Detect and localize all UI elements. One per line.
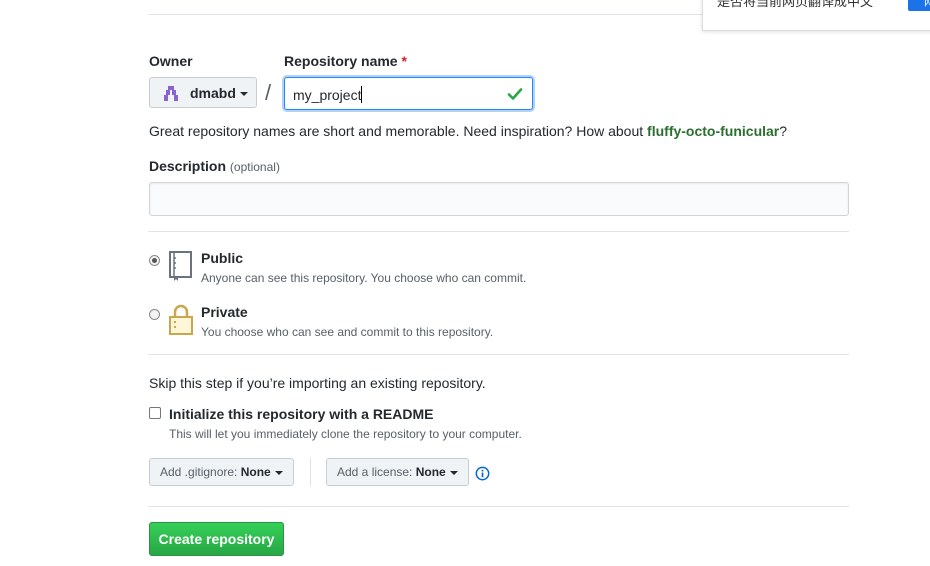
readme-checkbox[interactable]	[149, 407, 161, 419]
text-cursor	[361, 86, 363, 103]
public-radio[interactable]	[149, 255, 160, 266]
owner-name-wrap: dmabd	[190, 85, 248, 101]
lock-icon	[169, 304, 193, 335]
repo-name-label: Repository name	[284, 53, 398, 69]
description-label-wrap: Description (optional)	[149, 158, 280, 174]
readme-note: This will let you immediately clone the …	[169, 427, 522, 441]
repo-name-value: my_project	[293, 87, 362, 103]
owner-repo-separator: /	[265, 80, 272, 105]
gitignore-dropdown[interactable]: Add .gitignore: None	[149, 458, 294, 486]
owner-label: Owner	[149, 53, 193, 69]
name-suggestion-link[interactable]: fluffy-octo-funicular	[647, 123, 779, 139]
readme-label[interactable]: Initialize this repository with a README	[169, 406, 433, 422]
chevron-down-icon	[274, 470, 283, 475]
description-label: Description	[149, 158, 227, 174]
chevron-down-icon	[449, 470, 458, 475]
translate-popup: 是否将当前网页翻译成中文 网	[702, 0, 930, 31]
create-repository-button[interactable]: Create repository	[149, 522, 284, 556]
owner-name: dmabd	[190, 85, 236, 101]
gitignore-value: None	[240, 465, 271, 479]
description-input[interactable]	[149, 182, 849, 216]
public-title: Public	[201, 250, 244, 266]
repo-name-input[interactable]: my_project	[284, 77, 533, 110]
name-hint-text: Great repository names are short and mem…	[149, 123, 648, 139]
owner-avatar	[164, 86, 178, 101]
description-optional: (optional)	[229, 160, 280, 174]
divider	[148, 506, 849, 507]
skip-text: Skip this step if you’re importing an ex…	[149, 375, 486, 391]
chevron-down-icon	[239, 92, 248, 97]
check-icon	[507, 88, 523, 100]
gitignore-label: Add .gitignore:	[160, 465, 238, 479]
name-hint-suffix: ?	[779, 123, 788, 139]
translate-prompt: 是否将当前网页翻译成中文	[717, 0, 874, 9]
private-note: You choose who can see and commit to thi…	[201, 325, 494, 339]
owner-dropdown[interactable]: dmabd	[149, 77, 257, 108]
repo-book-icon	[169, 251, 192, 281]
public-note: Anyone can see this repository. You choo…	[201, 271, 527, 285]
license-label: Add a license:	[337, 465, 413, 479]
divider	[148, 231, 849, 232]
translate-button[interactable]: 网	[908, 0, 930, 11]
private-title: Private	[201, 304, 248, 320]
private-radio[interactable]	[149, 309, 160, 320]
license-dropdown[interactable]: Add a license: None	[326, 458, 469, 486]
vertical-divider	[310, 458, 311, 486]
license-value: None	[415, 465, 446, 479]
required-mark: *	[401, 53, 407, 69]
divider	[148, 354, 849, 355]
name-hint: Great repository names are short and mem…	[149, 123, 787, 139]
repo-name-label-wrap: Repository name *	[284, 53, 407, 69]
info-icon[interactable]	[475, 466, 490, 481]
translate-button-label: 网	[924, 0, 930, 8]
repo-name-value-wrap: my_project	[293, 86, 363, 103]
